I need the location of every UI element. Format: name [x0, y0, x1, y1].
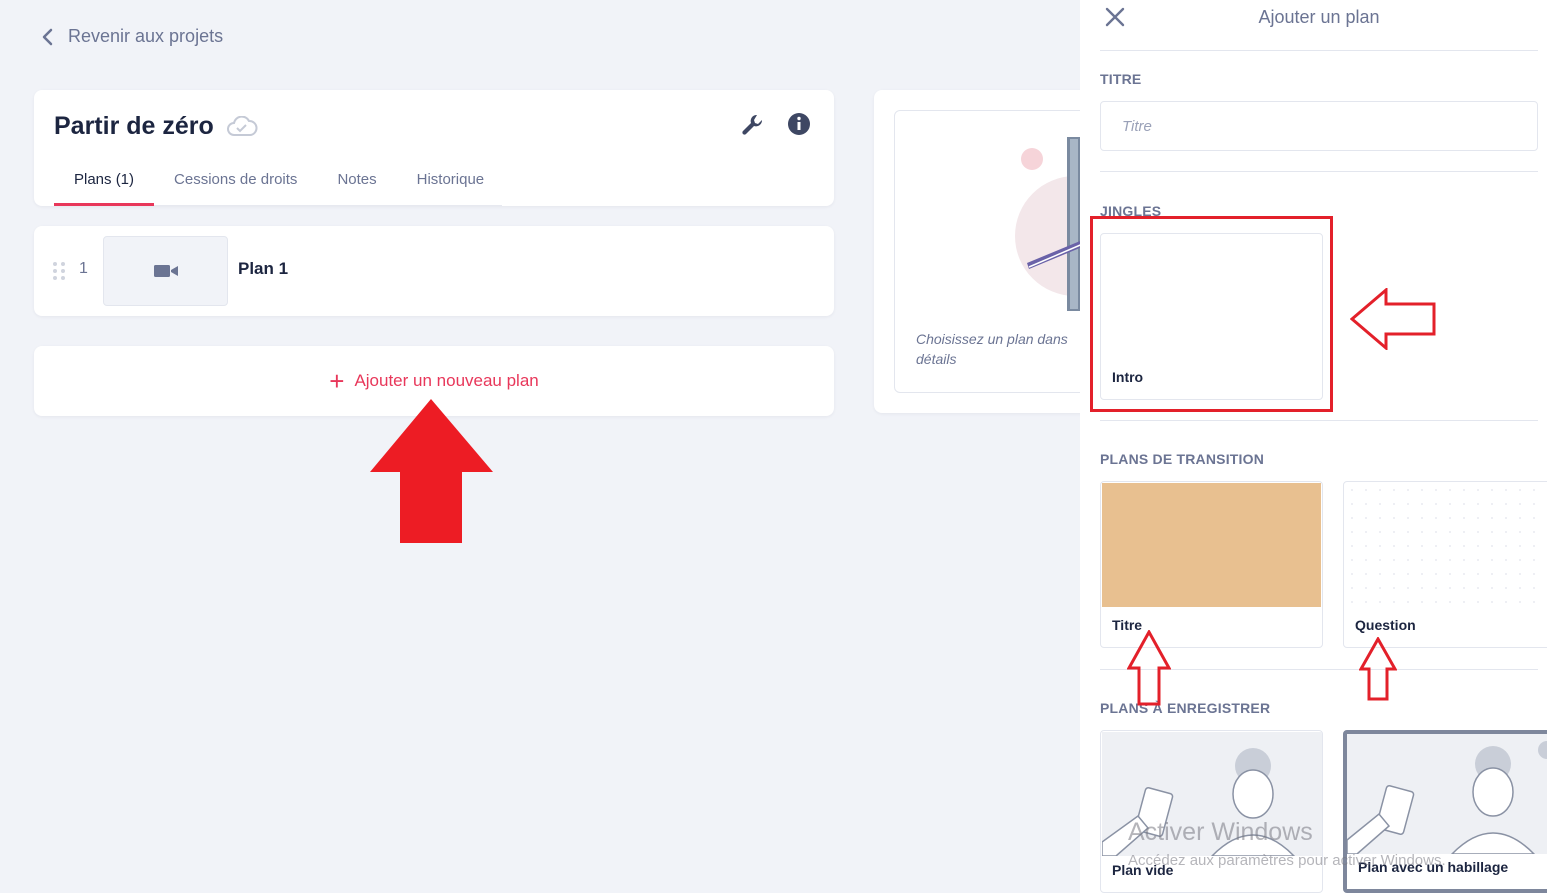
info-icon[interactable] — [787, 112, 811, 136]
annotation-up-arrow — [370, 399, 493, 543]
annotation-up-arrow-titre — [1127, 630, 1171, 706]
detail-hint-line1: Choisissez un plan dans — [916, 331, 1068, 347]
plan-number: 1 — [79, 260, 88, 277]
annotation-highlight-box — [1090, 216, 1333, 412]
back-link-label: Revenir aux projets — [68, 26, 224, 46]
panel-title: Ajouter un plan — [1258, 7, 1380, 27]
project-header-card: Partir de zéro Plans (1) Cessions de dro… — [34, 90, 834, 206]
titre-input[interactable] — [1100, 101, 1538, 151]
transition-tile-label: Question — [1355, 617, 1416, 633]
divider — [1100, 50, 1538, 51]
transition-tile-titre[interactable]: Titre — [1100, 481, 1323, 648]
divider — [1100, 171, 1538, 172]
tab-notes[interactable]: Notes — [317, 160, 396, 205]
cloud-saved-icon — [226, 115, 258, 136]
transition-section-label: PLANS DE TRANSITION — [1100, 451, 1265, 467]
plus-icon: + — [329, 366, 345, 396]
divider — [1100, 420, 1538, 421]
annotation-up-arrow-question — [1359, 637, 1397, 701]
windows-watermark-subtitle: Accédez aux paramètres pour activer Wind… — [1128, 852, 1446, 869]
titre-color-swatch — [1102, 483, 1321, 607]
project-title-text: Partir de zéro — [54, 112, 214, 140]
back-to-projects-link[interactable]: Revenir aux projets — [40, 26, 223, 47]
tab-historique[interactable]: Historique — [397, 160, 505, 205]
detail-hint-line2: détails — [916, 351, 957, 367]
record-section-label: PLANS À ENREGISTRER — [1100, 700, 1271, 716]
person-with-phone-illustration — [1347, 734, 1547, 854]
transition-tile-question[interactable]: Question — [1343, 481, 1547, 648]
annotation-left-arrow — [1350, 288, 1436, 350]
chevron-left-icon — [42, 28, 53, 45]
windows-watermark-title: Activer Windows — [1128, 818, 1313, 846]
project-tabs: Plans (1) Cessions de droits Notes Histo… — [54, 160, 502, 206]
add-plan-panel: Ajouter un plan TITRE JINGLES Intro PLAN… — [1080, 0, 1547, 893]
titre-section-label: TITRE — [1100, 71, 1142, 87]
drag-handle-icon[interactable] — [52, 261, 66, 281]
project-title: Partir de zéro — [54, 112, 258, 141]
question-pattern — [1345, 483, 1547, 607]
wrench-icon[interactable] — [740, 112, 766, 138]
plan-row[interactable]: 1 Plan 1 — [34, 226, 834, 316]
tab-cessions-de-droits[interactable]: Cessions de droits — [154, 160, 317, 205]
add-plan-label: Ajouter un nouveau plan — [354, 371, 539, 390]
video-camera-icon — [153, 265, 178, 277]
plan-thumbnail[interactable] — [103, 236, 228, 306]
tab-plans[interactable]: Plans (1) — [54, 160, 155, 206]
plan-name: Plan 1 — [238, 259, 289, 278]
